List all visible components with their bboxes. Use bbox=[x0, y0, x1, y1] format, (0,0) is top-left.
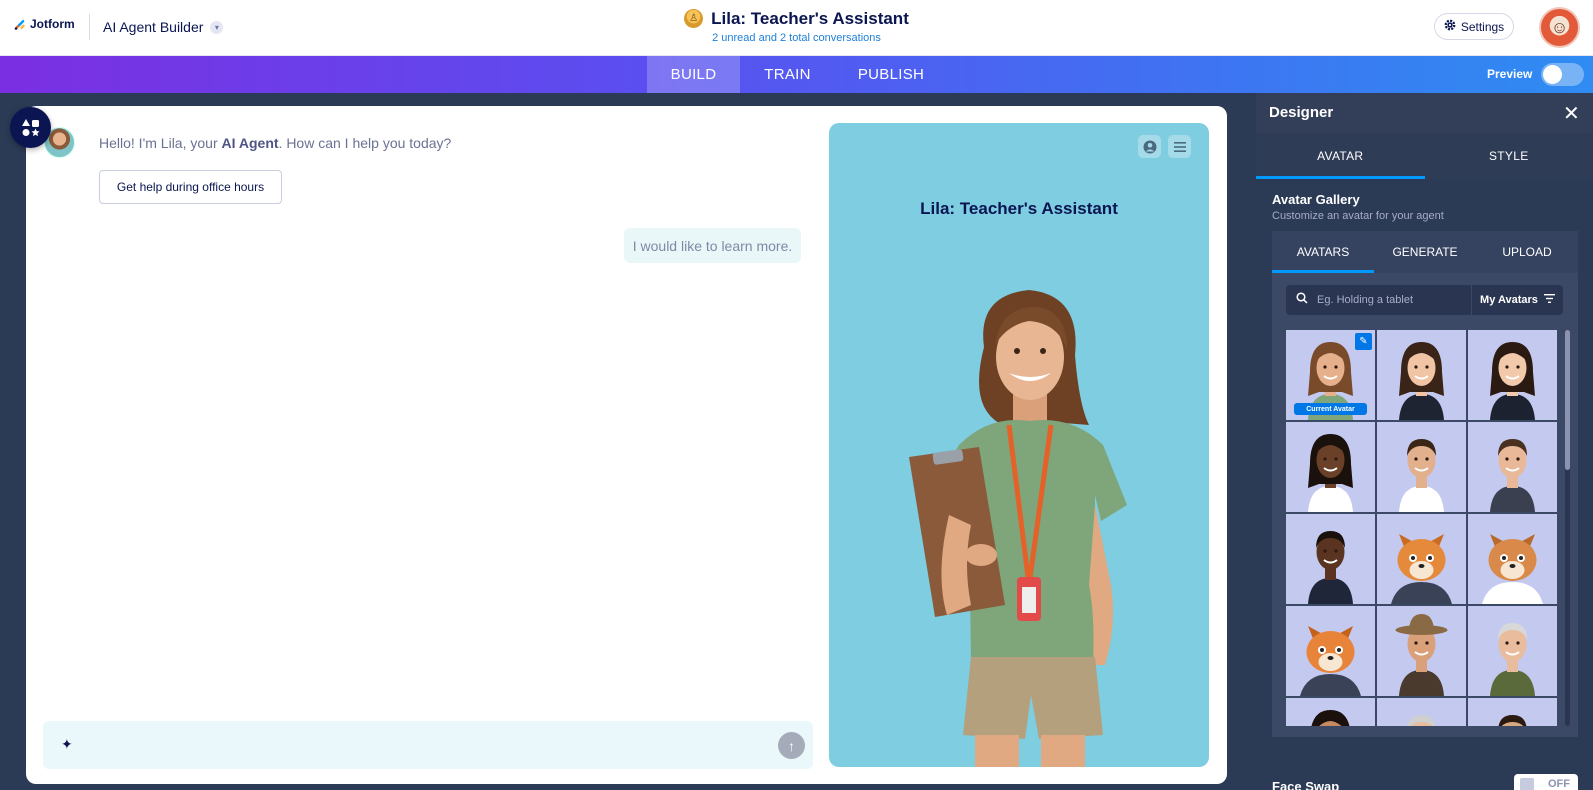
greeting-bold: AI Agent bbox=[221, 135, 279, 151]
face-swap-state: OFF bbox=[1548, 778, 1570, 790]
avatar-portrait bbox=[1407, 715, 1436, 726]
avatar-tile[interactable] bbox=[1286, 422, 1375, 512]
gallery-scrollbar[interactable] bbox=[1565, 330, 1570, 726]
tab-avatars[interactable]: AVATARS bbox=[1272, 231, 1374, 273]
avatar-tile[interactable] bbox=[1468, 330, 1557, 420]
tab-style[interactable]: STYLE bbox=[1425, 133, 1593, 179]
avatar-portrait bbox=[1498, 715, 1527, 726]
avatar-portrait bbox=[1395, 614, 1448, 696]
avatar-portrait bbox=[1308, 531, 1353, 604]
toggle-knob bbox=[1543, 65, 1562, 84]
mode-tabs: BUILD TRAIN PUBLISH bbox=[647, 56, 947, 93]
agent-title-block: ♙ Lila: Teacher's Assistant 2 unread and… bbox=[0, 8, 1593, 44]
face-swap-label: Face Swap bbox=[1272, 779, 1340, 790]
avatar-tile[interactable] bbox=[1377, 606, 1466, 696]
avatar-tile[interactable] bbox=[1286, 514, 1375, 604]
filter-icon bbox=[1543, 294, 1555, 306]
filter-label: My Avatars bbox=[1480, 294, 1538, 306]
avatar-tile[interactable] bbox=[1377, 698, 1466, 726]
agent-preview-pane: Lila: Teacher's Assistant bbox=[829, 123, 1209, 767]
avatar-gallery-title: Avatar Gallery bbox=[1272, 192, 1360, 207]
tab-generate[interactable]: GENERATE bbox=[1374, 231, 1476, 273]
avatar-tile[interactable] bbox=[1468, 606, 1557, 696]
tab-publish[interactable]: PUBLISH bbox=[835, 56, 947, 93]
gear-icon bbox=[1444, 19, 1456, 34]
avatar-tile[interactable] bbox=[1377, 330, 1466, 420]
avatar-search-input[interactable] bbox=[1317, 294, 1457, 306]
avatar-tile[interactable] bbox=[1377, 422, 1466, 512]
tab-upload[interactable]: UPLOAD bbox=[1476, 231, 1578, 273]
send-button[interactable]: ↑ bbox=[778, 732, 805, 759]
profile-icon[interactable] bbox=[1138, 135, 1161, 158]
avatar-portrait bbox=[1490, 439, 1535, 512]
toggle-knob bbox=[1520, 778, 1534, 790]
avatar-portrait bbox=[1490, 623, 1535, 696]
designer-panel: Designer ✕ AVATAR STYLE Avatar Gallery C… bbox=[1256, 93, 1593, 790]
shapes-icon bbox=[21, 118, 39, 136]
avatar-tile[interactable] bbox=[1377, 514, 1466, 604]
preview-agent-title: Lila: Teacher's Assistant bbox=[920, 199, 1118, 218]
mode-navbar: BUILD TRAIN PUBLISH Preview bbox=[0, 56, 1593, 93]
top-header: Jotform AI Agent Builder ▾ ♙ Lila: Teach… bbox=[0, 0, 1593, 56]
avatar-portrait bbox=[1308, 434, 1353, 512]
settings-button[interactable]: Settings bbox=[1434, 13, 1514, 40]
agent-avatar-illustration bbox=[909, 290, 1127, 767]
tab-train[interactable]: TRAIN bbox=[740, 56, 835, 93]
avatar-portrait bbox=[1311, 710, 1350, 726]
avatar-grid: ✎ Current Avatar bbox=[1286, 330, 1558, 726]
preview-label: Preview bbox=[1487, 67, 1533, 81]
avatar-tile[interactable] bbox=[1286, 698, 1375, 726]
chat-canvas: Hello! I'm Lila, your AI Agent. How can … bbox=[26, 106, 1227, 784]
avatar-portrait bbox=[1399, 439, 1444, 512]
my-avatars-filter[interactable]: My Avatars bbox=[1471, 285, 1563, 315]
avatar-search[interactable] bbox=[1286, 285, 1471, 315]
message-composer[interactable]: ✦ ↑ bbox=[43, 721, 813, 769]
avatar-portrait bbox=[1391, 534, 1452, 604]
settings-label: Settings bbox=[1460, 19, 1505, 34]
sparkle-icon[interactable]: ✦ bbox=[61, 736, 73, 753]
bot-greeting: Hello! I'm Lila, your AI Agent. How can … bbox=[99, 135, 452, 151]
tab-avatar[interactable]: AVATAR bbox=[1256, 133, 1425, 179]
avatar-portrait bbox=[1482, 534, 1543, 604]
avatar-tile[interactable]: ✎ Current Avatar bbox=[1286, 330, 1375, 420]
search-icon bbox=[1296, 291, 1308, 309]
menu-icon[interactable] bbox=[1168, 135, 1191, 158]
pencil-icon[interactable]: ✎ bbox=[1355, 333, 1372, 350]
designer-tabs: AVATAR STYLE bbox=[1256, 133, 1593, 179]
user-avatar[interactable]: ☺ bbox=[1539, 7, 1580, 48]
avatar-gallery: My Avatars ✎ Current Avatar bbox=[1272, 273, 1578, 737]
scrollbar-thumb[interactable] bbox=[1565, 330, 1570, 470]
current-avatar-label: Current Avatar bbox=[1294, 403, 1367, 415]
agent-avatar-icon: ♙ bbox=[684, 9, 704, 28]
avatar-portrait bbox=[1399, 342, 1444, 420]
user-message-bubble: I would like to learn more. bbox=[624, 228, 801, 263]
avatar-tile[interactable] bbox=[1468, 698, 1557, 726]
quick-reply-button[interactable]: Get help during office hours bbox=[99, 170, 282, 204]
designer-title: Designer bbox=[1269, 104, 1334, 121]
designer-header: Designer ✕ bbox=[1256, 93, 1593, 133]
conversations-link[interactable]: 2 unread and 2 total conversations bbox=[0, 32, 1593, 44]
avatar-gallery-description: Customize an avatar for your agent bbox=[1272, 210, 1444, 222]
avatar-tile[interactable] bbox=[1286, 606, 1375, 696]
tab-build[interactable]: BUILD bbox=[647, 56, 740, 93]
avatar-source-tabs: AVATARS GENERATE UPLOAD bbox=[1272, 231, 1578, 273]
avatar-portrait bbox=[1300, 626, 1361, 696]
preview-toggle[interactable] bbox=[1541, 63, 1584, 86]
face-swap-toggle[interactable]: OFF bbox=[1514, 774, 1578, 790]
arrow-up-icon: ↑ bbox=[788, 737, 795, 754]
avatar-portrait bbox=[1490, 342, 1535, 420]
close-icon[interactable]: ✕ bbox=[1563, 101, 1580, 126]
agent-title[interactable]: Lila: Teacher's Assistant bbox=[711, 9, 909, 29]
avatar-tile[interactable] bbox=[1468, 422, 1557, 512]
avatar-tile[interactable] bbox=[1468, 514, 1557, 604]
widgets-button[interactable] bbox=[10, 107, 51, 148]
